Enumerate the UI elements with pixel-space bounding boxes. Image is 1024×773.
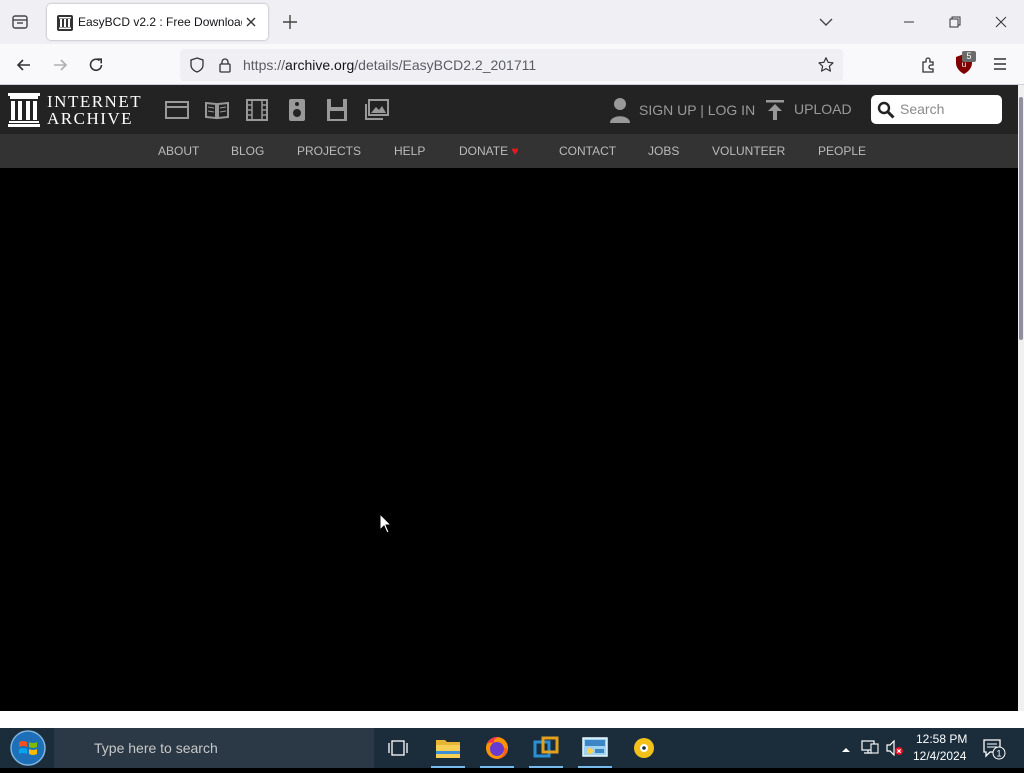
forward-icon[interactable] (49, 54, 71, 76)
reload-icon[interactable] (85, 54, 107, 76)
archive-favicon-icon (57, 15, 73, 31)
list-all-tabs-icon[interactable] (817, 14, 835, 30)
virtualbox-icon (533, 736, 559, 758)
nav-help[interactable]: HELP (394, 144, 425, 158)
scrollbar-thumb[interactable] (1019, 97, 1023, 340)
internet-archive-logo-icon[interactable] (8, 93, 40, 127)
control-panel-taskbar-button[interactable] (575, 728, 615, 768)
extensions-puzzle-icon[interactable] (919, 54, 939, 74)
tab-strip: EasyBCD v2.2 : Free Download, (0, 0, 1024, 44)
video-icon[interactable] (244, 98, 270, 122)
nav-people[interactable]: PEOPLE (818, 144, 866, 158)
page-content: INTERNET ARCHIVE SIGN UP | LOG IN UPLOAD (0, 85, 1024, 711)
start-button[interactable] (6, 729, 50, 767)
task-view-icon[interactable] (387, 738, 409, 758)
network-icon[interactable] (861, 740, 879, 761)
firefox-view-button[interactable] (8, 10, 32, 34)
ia-nav-bar: ABOUT BLOG PROJECTS HELP DONATE ♥ CONTAC… (0, 134, 1018, 168)
user-icon[interactable] (609, 97, 631, 123)
upload-link[interactable]: UPLOAD (794, 101, 852, 117)
restore-icon[interactable] (944, 12, 966, 32)
clock-date[interactable]: 12/4/2024 (913, 749, 966, 763)
tracking-protection-shield-icon[interactable] (189, 57, 205, 73)
tab-list-icon (12, 15, 28, 29)
url-text: https://archive.org/details/EasyBCD2.2_2… (243, 57, 537, 73)
tab-close-icon[interactable] (243, 14, 259, 30)
texts-icon[interactable] (204, 98, 230, 122)
nav-volunteer[interactable]: VOLUNTEER (712, 144, 785, 158)
folder-icon (436, 740, 460, 758)
ia-logo-text[interactable]: INTERNET ARCHIVE (47, 93, 142, 127)
nav-contact[interactable]: CONTACT (559, 144, 616, 158)
nav-blog[interactable]: BLOG (231, 144, 264, 158)
nav-jobs[interactable]: JOBS (648, 144, 679, 158)
search-icon (877, 101, 895, 119)
disc-icon (634, 738, 654, 758)
new-tab-icon[interactable] (280, 12, 300, 32)
nav-donate-label: DONATE (459, 144, 509, 158)
file-explorer-taskbar-button[interactable] (428, 728, 468, 768)
nav-donate[interactable]: DONATE ♥ (459, 144, 519, 158)
search-placeholder: Search (900, 101, 945, 117)
bookmark-star-icon[interactable] (817, 56, 835, 74)
sign-up-log-in-link[interactable]: SIGN UP | LOG IN (639, 102, 755, 118)
tab-title: EasyBCD v2.2 : Free Download, (78, 15, 242, 29)
virtualbox-taskbar-button[interactable] (526, 728, 566, 768)
disc-app-taskbar-button[interactable] (624, 728, 664, 768)
ublock-count-badge: 5 (962, 51, 976, 62)
volume-muted-icon[interactable] (886, 739, 904, 761)
audio-icon[interactable] (284, 98, 310, 122)
nav-projects[interactable]: PROJECTS (297, 144, 361, 158)
taskbar-search-placeholder: Type here to search (94, 740, 218, 756)
notification-center-icon[interactable]: 1 (982, 738, 1006, 760)
software-icon[interactable] (324, 98, 350, 122)
notification-count: 1 (996, 749, 1001, 759)
ia-header: INTERNET ARCHIVE SIGN UP | LOG IN UPLOAD (0, 85, 1018, 134)
lock-icon[interactable] (217, 57, 233, 73)
ia-logo-line1: INTERNET (47, 92, 143, 111)
url-bar[interactable]: https://archive.org/details/EasyBCD2.2_2… (180, 49, 843, 81)
browser-tab-active[interactable]: EasyBCD v2.2 : Free Download, (47, 4, 268, 40)
heart-icon: ♥ (511, 144, 519, 158)
back-icon[interactable] (13, 54, 35, 76)
minimize-icon[interactable] (898, 12, 920, 32)
control-panel-icon (582, 737, 608, 757)
nav-about[interactable]: ABOUT (158, 144, 199, 158)
taskbar-search-box[interactable]: Type here to search (54, 728, 374, 768)
web-icon[interactable] (164, 98, 190, 122)
firefox-icon (486, 736, 508, 759)
tray-overflow-chevron-icon[interactable] (841, 742, 851, 760)
windows-logo-icon (10, 730, 46, 766)
ia-logo-line2: ARCHIVE (47, 109, 134, 128)
taskbar: Type here to search 12:58 PM 12/4/2024 1 (0, 728, 1024, 768)
site-search-input[interactable]: Search (871, 95, 1002, 124)
window-close-icon[interactable] (990, 12, 1012, 32)
upload-icon[interactable] (765, 99, 785, 121)
firefox-taskbar-button[interactable] (477, 728, 517, 768)
clock-time[interactable]: 12:58 PM (916, 732, 967, 746)
hamburger-menu-icon[interactable] (990, 54, 1010, 74)
mouse-cursor-icon (379, 512, 393, 534)
navigation-toolbar: https://archive.org/details/EasyBCD2.2_2… (0, 44, 1024, 85)
page-bottom-strip (0, 711, 1024, 728)
images-icon[interactable] (364, 98, 390, 122)
